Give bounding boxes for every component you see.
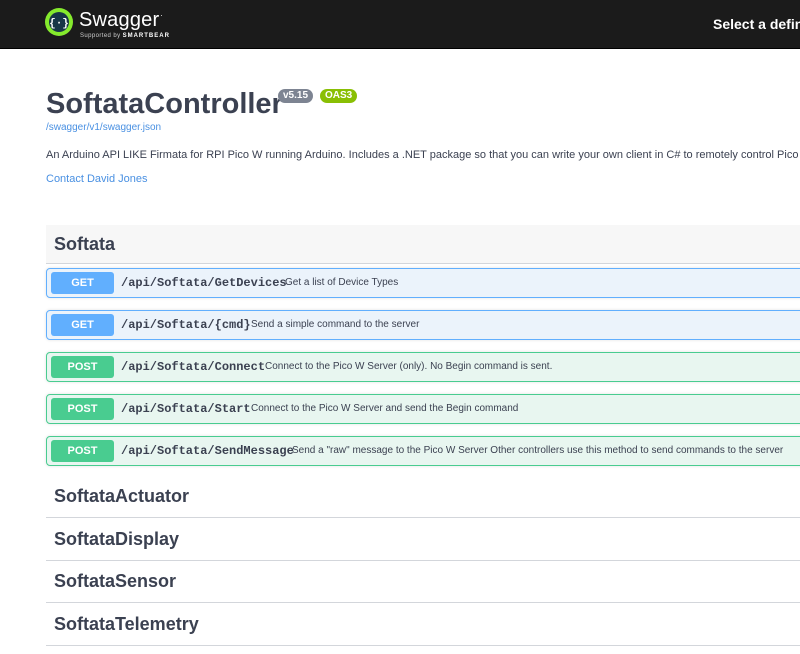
operation-path: /api/Softata/{cmd} xyxy=(121,318,251,332)
tag-title: SoftataActuator xyxy=(54,486,190,506)
opblock-post-start[interactable]: POST /api/Softata/Start Connect to the P… xyxy=(46,394,800,424)
operation-summary: Get a list of Device Types xyxy=(285,277,399,288)
opblock-get-cmd[interactable]: GET /api/Softata/{cmd} Send a simple com… xyxy=(46,310,800,340)
operation-summary: Send a "raw" message to the Pico W Serve… xyxy=(292,445,784,456)
method-badge: POST xyxy=(51,398,114,420)
operation-summary: Connect to the Pico W Server (only). No … xyxy=(265,361,553,372)
operation-summary: Connect to the Pico W Server and send th… xyxy=(251,403,519,414)
api-description: An Arduino API LIKE Firmata for RPI Pico… xyxy=(46,149,800,161)
operation-summary: Send a simple command to the server xyxy=(251,319,420,330)
api-title: SoftataController xyxy=(46,88,283,120)
method-badge: POST xyxy=(51,440,114,462)
method-badge: GET xyxy=(51,272,114,294)
method-badge: POST xyxy=(51,356,114,378)
tag-title: SoftataDisplay xyxy=(54,529,180,549)
oas-badge: OAS3 xyxy=(320,89,358,103)
tag-title: Softata xyxy=(54,234,116,254)
opblock-post-sendmessage[interactable]: POST /api/Softata/SendMessage Send a "ra… xyxy=(46,436,800,466)
tag-softata-actuator[interactable]: SoftataActuator xyxy=(46,475,800,518)
opblock-get-devices[interactable]: GET /api/Softata/GetDevices Get a list o… xyxy=(46,268,800,298)
tag-softata[interactable]: Softata xyxy=(46,225,800,264)
operation-path: /api/Softata/Start xyxy=(121,402,251,416)
tag-softata-telemetry[interactable]: SoftataTelemetry xyxy=(46,603,800,646)
top-bar: {·} Swagger. Supported by SMARTBEAR Sele… xyxy=(0,0,800,49)
logo-subtitle: Supported by SMARTBEAR xyxy=(80,33,170,39)
contact-link[interactable]: Contact David Jones xyxy=(46,173,148,185)
version-badge: v5.15 xyxy=(278,89,314,103)
svg-text:{·}: {·} xyxy=(49,18,69,30)
operation-path: /api/Softata/Connect xyxy=(121,360,266,374)
tag-softata-display[interactable]: SoftataDisplay xyxy=(46,518,800,561)
operation-path: /api/Softata/GetDevices xyxy=(121,276,287,290)
swagger-logo-text[interactable]: Swagger. xyxy=(79,9,163,32)
swagger-logo-icon[interactable]: {·} xyxy=(45,8,73,36)
method-badge: GET xyxy=(51,314,114,336)
tag-title: SoftataSensor xyxy=(54,571,177,591)
opblock-post-connect[interactable]: POST /api/Softata/Connect Connect to the… xyxy=(46,352,800,382)
select-definition-label: Select a definit xyxy=(713,16,800,32)
tag-title: SoftataTelemetry xyxy=(54,614,199,634)
tag-softata-sensor[interactable]: SoftataSensor xyxy=(46,560,800,603)
spec-url-link[interactable]: /swagger/v1/swagger.json xyxy=(46,122,161,133)
operation-path: /api/Softata/SendMessage xyxy=(121,444,294,458)
